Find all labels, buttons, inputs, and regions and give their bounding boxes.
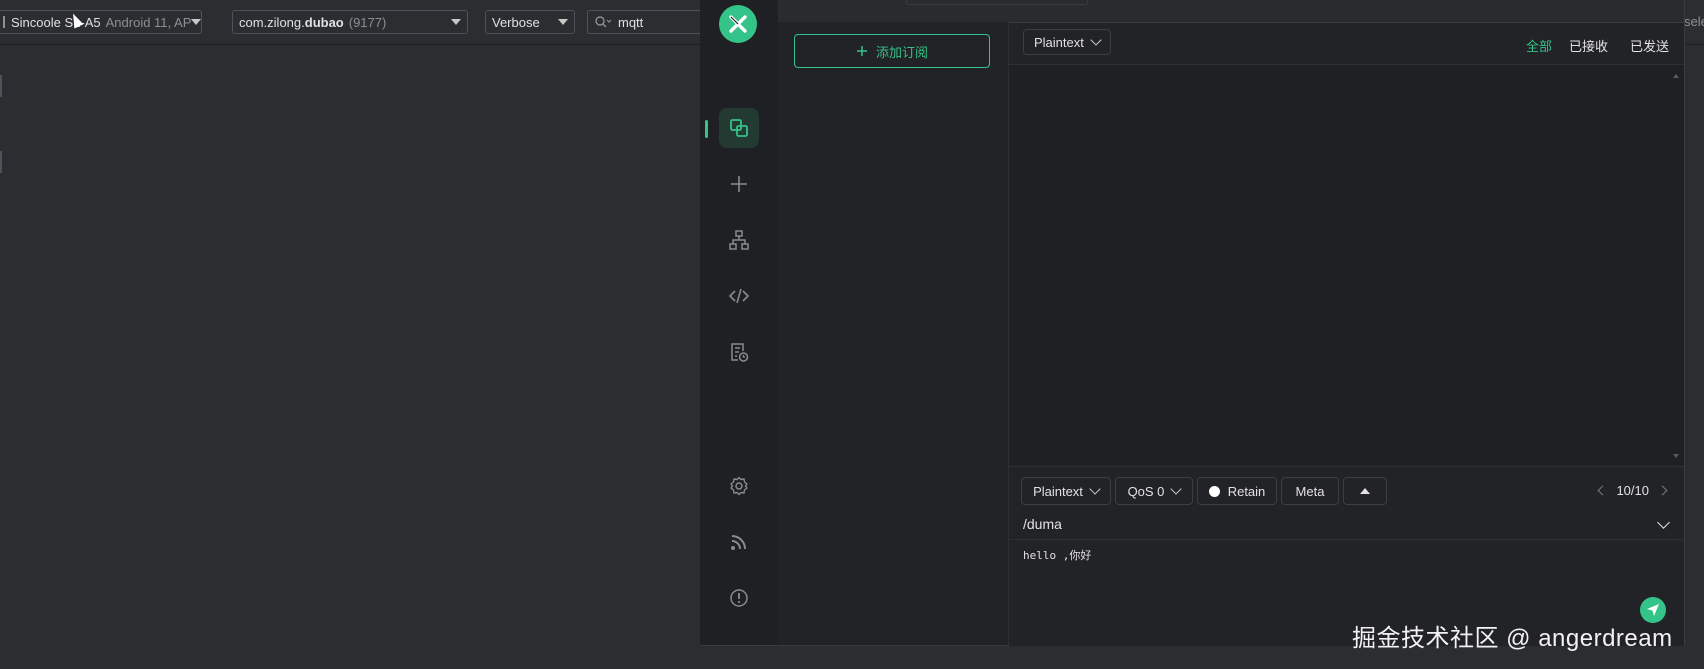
filter-input[interactable]: mqtt <box>587 10 707 34</box>
arrow-up-icon <box>1360 488 1370 494</box>
message-list[interactable] <box>1009 65 1684 465</box>
payload-editor[interactable]: hello ,你好 <box>1023 547 1091 563</box>
code-icon <box>728 288 750 304</box>
device-name: Sincoole S <box>11 14 74 30</box>
meta-label: Meta <box>1295 483 1325 499</box>
process-pid: (9177) <box>348 14 387 30</box>
retain-label: Retain <box>1227 483 1266 499</box>
nav-about[interactable] <box>719 578 759 618</box>
meta-button[interactable]: Meta <box>1281 477 1339 505</box>
nav-settings[interactable] <box>719 466 759 506</box>
filter-tab-received[interactable]: 已接收 <box>1569 36 1608 55</box>
nav-new-connection[interactable] <box>719 164 759 204</box>
watermark: 掘金技术社区 @ angerdream <box>1352 625 1673 652</box>
nav-active-indicator <box>705 120 708 138</box>
history-pager: 10/10 <box>1598 483 1668 498</box>
gear-icon <box>730 476 748 496</box>
nav-log[interactable] <box>719 332 759 372</box>
message-list-header: Plaintext 全部 已接收 已发送 <box>1009 22 1684 65</box>
chevron-right-icon[interactable] <box>1657 485 1668 496</box>
info-icon <box>730 589 748 607</box>
device-detail: Android 11, AP <box>105 14 192 30</box>
topic-input[interactable]: /duma <box>1009 509 1684 540</box>
ide-cut-text: selec <box>1684 14 1704 29</box>
log-level-selector[interactable]: Verbose <box>485 10 575 34</box>
chevron-down-icon <box>451 19 461 25</box>
plus-icon <box>856 46 867 56</box>
device-checkbox[interactable] <box>3 16 5 28</box>
chevron-down-icon <box>1089 483 1101 495</box>
payload-format-select[interactable]: Plaintext <box>1021 477 1111 505</box>
mqttx-logo-icon <box>719 5 757 43</box>
device-selector[interactable]: Sincoole S 1-A5 Android 11, AP <box>0 10 202 34</box>
scroll-up-icon[interactable] <box>1673 74 1679 78</box>
process-prefix: com.zilong. <box>239 14 305 30</box>
chevron-down-icon <box>1170 483 1183 495</box>
log-icon <box>731 343 749 362</box>
chevron-down-icon <box>558 19 568 25</box>
process-bold: dubao <box>304 14 344 30</box>
connections-icon <box>730 119 748 137</box>
qos-select[interactable]: QoS 0 <box>1115 477 1193 505</box>
log-level: Verbose <box>492 14 540 30</box>
retain-toggle[interactable]: Retain <box>1197 477 1277 505</box>
filter-tab-all[interactable]: 全部 <box>1526 36 1552 55</box>
retain-radio-icon <box>1208 485 1220 497</box>
connection-header <box>778 0 1684 23</box>
pager-text: 10/10 <box>1616 483 1649 498</box>
qos-value: QoS 0 <box>1127 483 1165 499</box>
nav-script[interactable] <box>719 276 759 316</box>
expand-button[interactable] <box>1343 477 1387 505</box>
nav-connections[interactable] <box>719 108 759 148</box>
gutter-mark <box>0 151 2 173</box>
nav-subscribe[interactable] <box>719 522 759 562</box>
chevron-left-icon[interactable] <box>1598 485 1608 496</box>
filter-tab-sent[interactable]: 已发送 <box>1630 36 1669 55</box>
scroll-down-icon[interactable] <box>1673 454 1679 458</box>
rss-icon <box>731 535 746 550</box>
message-area: Plaintext 全部 已接收 已发送 Plaintext QoS 0 Ret… <box>1009 22 1684 646</box>
plus-icon <box>731 176 747 192</box>
chevron-down-icon <box>1090 34 1102 46</box>
payload-format-value: Plaintext <box>1033 483 1083 499</box>
tree-icon <box>729 230 749 250</box>
chevron-down-icon <box>191 19 201 25</box>
connection-tab[interactable] <box>906 0 1088 5</box>
filter-query: mqtt <box>618 14 644 30</box>
message-format-value: Plaintext <box>1034 34 1084 50</box>
search-icon <box>595 16 612 28</box>
subscriptions-panel: 添加订阅 <box>778 22 1009 645</box>
gutter-mark <box>0 75 2 97</box>
process-selector[interactable]: com.zilong. dubao (9177) <box>232 10 468 34</box>
nav-sidebar <box>700 0 779 645</box>
mqttx-window: 添加订阅 Plaintext 全部 已接收 已发送 Plaintext QoS … <box>700 0 1685 646</box>
topic-value: /duma <box>1023 516 1062 532</box>
nav-topic-tree[interactable] <box>719 220 759 260</box>
add-subscription-label: 添加订阅 <box>875 44 928 60</box>
add-subscription-button[interactable]: 添加订阅 <box>794 34 990 68</box>
chevron-down-icon[interactable] <box>1657 516 1670 529</box>
message-format-select[interactable]: Plaintext <box>1023 29 1111 55</box>
send-icon <box>1647 604 1659 616</box>
